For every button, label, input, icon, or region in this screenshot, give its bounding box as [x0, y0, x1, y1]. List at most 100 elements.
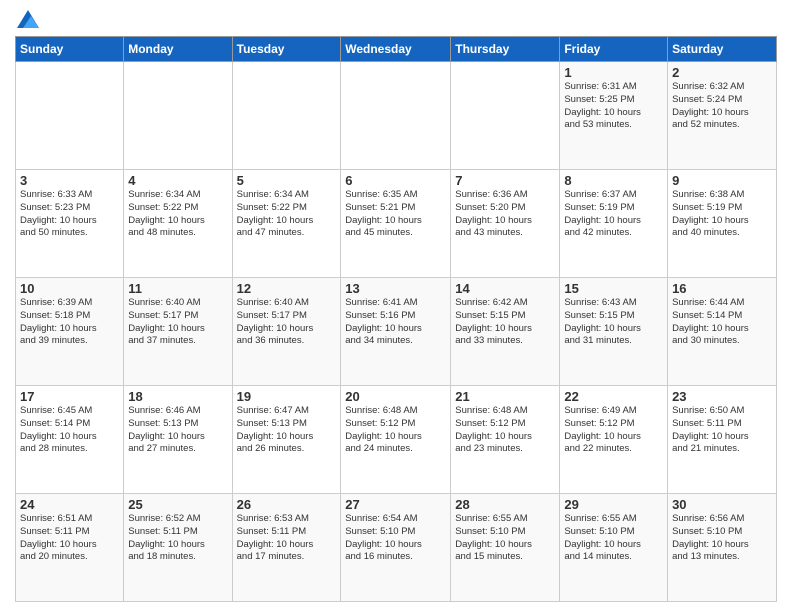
day-info: Sunrise: 6:56 AM Sunset: 5:10 PM Dayligh… [672, 513, 772, 564]
day-number: 18 [128, 389, 227, 404]
day-info: Sunrise: 6:44 AM Sunset: 5:14 PM Dayligh… [672, 297, 772, 348]
day-number: 11 [128, 281, 227, 296]
calendar-cell: 12Sunrise: 6:40 AM Sunset: 5:17 PM Dayli… [232, 278, 341, 386]
day-number: 8 [564, 173, 663, 188]
day-info: Sunrise: 6:34 AM Sunset: 5:22 PM Dayligh… [237, 189, 337, 240]
day-info: Sunrise: 6:32 AM Sunset: 5:24 PM Dayligh… [672, 81, 772, 132]
calendar-cell: 30Sunrise: 6:56 AM Sunset: 5:10 PM Dayli… [668, 494, 777, 602]
calendar-cell: 7Sunrise: 6:36 AM Sunset: 5:20 PM Daylig… [451, 170, 560, 278]
calendar-day-header: Sunday [16, 37, 124, 62]
day-number: 15 [564, 281, 663, 296]
calendar-cell: 4Sunrise: 6:34 AM Sunset: 5:22 PM Daylig… [124, 170, 232, 278]
day-info: Sunrise: 6:55 AM Sunset: 5:10 PM Dayligh… [564, 513, 663, 564]
calendar-week-row: 10Sunrise: 6:39 AM Sunset: 5:18 PM Dayli… [16, 278, 777, 386]
day-info: Sunrise: 6:50 AM Sunset: 5:11 PM Dayligh… [672, 405, 772, 456]
calendar-body: 1Sunrise: 6:31 AM Sunset: 5:25 PM Daylig… [16, 62, 777, 602]
calendar-cell: 17Sunrise: 6:45 AM Sunset: 5:14 PM Dayli… [16, 386, 124, 494]
day-number: 17 [20, 389, 119, 404]
calendar-cell: 18Sunrise: 6:46 AM Sunset: 5:13 PM Dayli… [124, 386, 232, 494]
calendar-week-row: 24Sunrise: 6:51 AM Sunset: 5:11 PM Dayli… [16, 494, 777, 602]
day-info: Sunrise: 6:39 AM Sunset: 5:18 PM Dayligh… [20, 297, 119, 348]
day-number: 21 [455, 389, 555, 404]
calendar-cell [451, 62, 560, 170]
day-info: Sunrise: 6:55 AM Sunset: 5:10 PM Dayligh… [455, 513, 555, 564]
calendar-day-header: Wednesday [341, 37, 451, 62]
day-number: 25 [128, 497, 227, 512]
day-info: Sunrise: 6:41 AM Sunset: 5:16 PM Dayligh… [345, 297, 446, 348]
calendar-cell: 29Sunrise: 6:55 AM Sunset: 5:10 PM Dayli… [560, 494, 668, 602]
calendar-cell: 23Sunrise: 6:50 AM Sunset: 5:11 PM Dayli… [668, 386, 777, 494]
day-number: 24 [20, 497, 119, 512]
calendar-day-header: Tuesday [232, 37, 341, 62]
day-info: Sunrise: 6:48 AM Sunset: 5:12 PM Dayligh… [455, 405, 555, 456]
calendar-cell: 21Sunrise: 6:48 AM Sunset: 5:12 PM Dayli… [451, 386, 560, 494]
day-number: 23 [672, 389, 772, 404]
page: SundayMondayTuesdayWednesdayThursdayFrid… [0, 0, 792, 612]
calendar-cell: 26Sunrise: 6:53 AM Sunset: 5:11 PM Dayli… [232, 494, 341, 602]
calendar-cell: 14Sunrise: 6:42 AM Sunset: 5:15 PM Dayli… [451, 278, 560, 386]
logo-blue [15, 10, 39, 28]
day-info: Sunrise: 6:48 AM Sunset: 5:12 PM Dayligh… [345, 405, 446, 456]
calendar-cell: 10Sunrise: 6:39 AM Sunset: 5:18 PM Dayli… [16, 278, 124, 386]
calendar-cell: 22Sunrise: 6:49 AM Sunset: 5:12 PM Dayli… [560, 386, 668, 494]
day-number: 26 [237, 497, 337, 512]
day-info: Sunrise: 6:54 AM Sunset: 5:10 PM Dayligh… [345, 513, 446, 564]
day-info: Sunrise: 6:52 AM Sunset: 5:11 PM Dayligh… [128, 513, 227, 564]
day-number: 5 [237, 173, 337, 188]
calendar-cell [232, 62, 341, 170]
calendar-cell [341, 62, 451, 170]
day-number: 1 [564, 65, 663, 80]
day-info: Sunrise: 6:33 AM Sunset: 5:23 PM Dayligh… [20, 189, 119, 240]
day-info: Sunrise: 6:35 AM Sunset: 5:21 PM Dayligh… [345, 189, 446, 240]
calendar-cell: 13Sunrise: 6:41 AM Sunset: 5:16 PM Dayli… [341, 278, 451, 386]
calendar-cell: 15Sunrise: 6:43 AM Sunset: 5:15 PM Dayli… [560, 278, 668, 386]
day-number: 22 [564, 389, 663, 404]
calendar-cell: 19Sunrise: 6:47 AM Sunset: 5:13 PM Dayli… [232, 386, 341, 494]
day-number: 19 [237, 389, 337, 404]
day-number: 13 [345, 281, 446, 296]
day-number: 3 [20, 173, 119, 188]
day-info: Sunrise: 6:34 AM Sunset: 5:22 PM Dayligh… [128, 189, 227, 240]
calendar-cell: 27Sunrise: 6:54 AM Sunset: 5:10 PM Dayli… [341, 494, 451, 602]
calendar-cell: 11Sunrise: 6:40 AM Sunset: 5:17 PM Dayli… [124, 278, 232, 386]
calendar-cell: 6Sunrise: 6:35 AM Sunset: 5:21 PM Daylig… [341, 170, 451, 278]
day-info: Sunrise: 6:49 AM Sunset: 5:12 PM Dayligh… [564, 405, 663, 456]
calendar-table: SundayMondayTuesdayWednesdayThursdayFrid… [15, 36, 777, 602]
day-number: 30 [672, 497, 772, 512]
calendar-cell: 24Sunrise: 6:51 AM Sunset: 5:11 PM Dayli… [16, 494, 124, 602]
day-number: 7 [455, 173, 555, 188]
calendar-week-row: 17Sunrise: 6:45 AM Sunset: 5:14 PM Dayli… [16, 386, 777, 494]
day-info: Sunrise: 6:40 AM Sunset: 5:17 PM Dayligh… [128, 297, 227, 348]
calendar-day-header: Saturday [668, 37, 777, 62]
calendar-cell: 1Sunrise: 6:31 AM Sunset: 5:25 PM Daylig… [560, 62, 668, 170]
day-number: 27 [345, 497, 446, 512]
day-number: 4 [128, 173, 227, 188]
day-info: Sunrise: 6:42 AM Sunset: 5:15 PM Dayligh… [455, 297, 555, 348]
day-info: Sunrise: 6:38 AM Sunset: 5:19 PM Dayligh… [672, 189, 772, 240]
logo [15, 10, 39, 28]
day-number: 29 [564, 497, 663, 512]
day-info: Sunrise: 6:47 AM Sunset: 5:13 PM Dayligh… [237, 405, 337, 456]
calendar-day-header: Monday [124, 37, 232, 62]
day-number: 10 [20, 281, 119, 296]
calendar-header-row: SundayMondayTuesdayWednesdayThursdayFrid… [16, 37, 777, 62]
day-info: Sunrise: 6:51 AM Sunset: 5:11 PM Dayligh… [20, 513, 119, 564]
calendar-cell: 25Sunrise: 6:52 AM Sunset: 5:11 PM Dayli… [124, 494, 232, 602]
day-info: Sunrise: 6:37 AM Sunset: 5:19 PM Dayligh… [564, 189, 663, 240]
calendar-day-header: Thursday [451, 37, 560, 62]
day-number: 6 [345, 173, 446, 188]
calendar-day-header: Friday [560, 37, 668, 62]
day-info: Sunrise: 6:43 AM Sunset: 5:15 PM Dayligh… [564, 297, 663, 348]
header [15, 10, 777, 28]
logo-icon [17, 10, 39, 28]
calendar-cell [124, 62, 232, 170]
calendar-week-row: 1Sunrise: 6:31 AM Sunset: 5:25 PM Daylig… [16, 62, 777, 170]
day-info: Sunrise: 6:45 AM Sunset: 5:14 PM Dayligh… [20, 405, 119, 456]
day-number: 20 [345, 389, 446, 404]
day-number: 28 [455, 497, 555, 512]
day-info: Sunrise: 6:36 AM Sunset: 5:20 PM Dayligh… [455, 189, 555, 240]
day-info: Sunrise: 6:40 AM Sunset: 5:17 PM Dayligh… [237, 297, 337, 348]
calendar-week-row: 3Sunrise: 6:33 AM Sunset: 5:23 PM Daylig… [16, 170, 777, 278]
calendar-cell: 20Sunrise: 6:48 AM Sunset: 5:12 PM Dayli… [341, 386, 451, 494]
calendar-cell: 28Sunrise: 6:55 AM Sunset: 5:10 PM Dayli… [451, 494, 560, 602]
